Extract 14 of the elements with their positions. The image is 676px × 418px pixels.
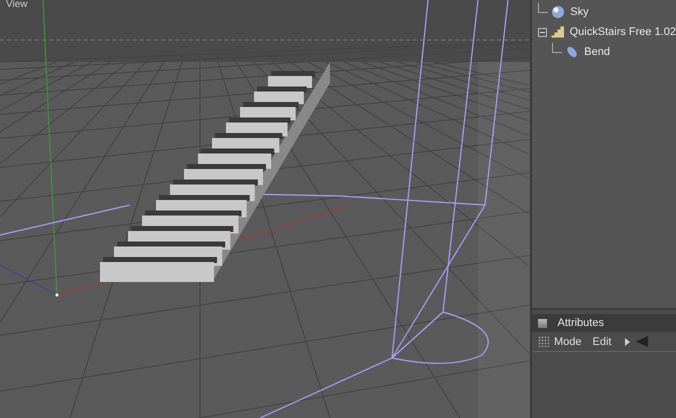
tree-item[interactable]: Sky [532,2,676,22]
menu-item[interactable]: Mode [554,332,582,352]
stairs-icon [550,25,564,39]
capsule-icon [564,45,579,59]
collapse-toggle[interactable] [538,28,547,36]
grip-icon[interactable] [538,336,548,347]
viewport-title: View [6,0,28,10]
menu-item[interactable]: Edit [592,332,612,352]
tree-item[interactable]: QuickStairs Free 1.02 [532,22,676,42]
panel-square-icon [538,318,546,328]
attributes-title: Attributes [558,316,604,331]
sphere-icon [550,5,565,19]
tree-item[interactable]: Bend [532,42,676,62]
play-icon[interactable] [625,338,630,346]
